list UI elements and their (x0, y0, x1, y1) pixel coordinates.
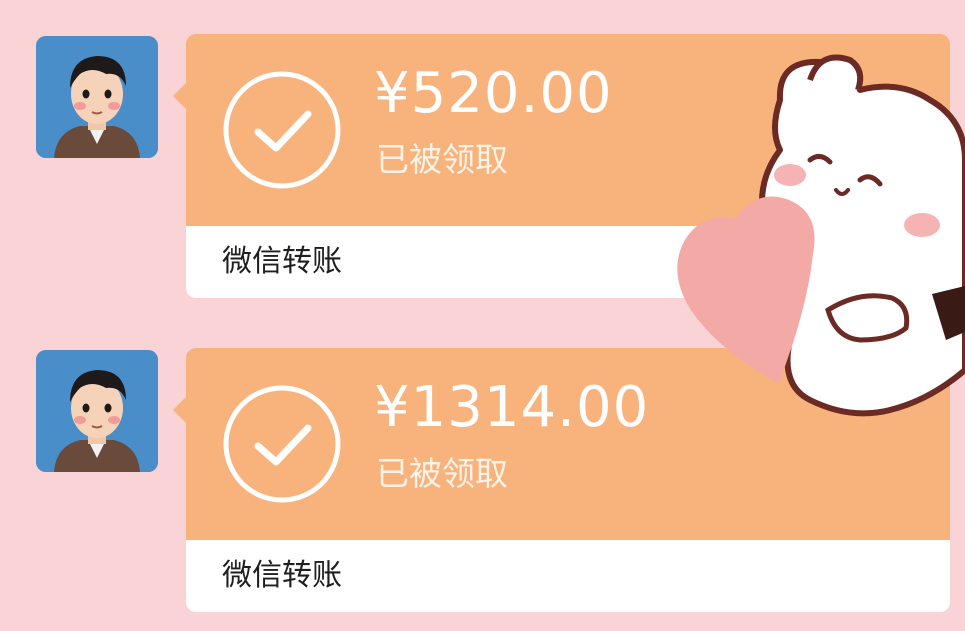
check-circle-icon (223, 385, 341, 503)
transfer-card-footer: 微信转账 (186, 540, 950, 612)
transfer-type-label: 微信转账 (222, 244, 342, 279)
check-circle-icon (223, 71, 341, 189)
transfer-message: ¥520.00 已被领取 微信转账 (0, 34, 965, 302)
sender-avatar[interactable] (36, 350, 158, 472)
transfer-card-footer: 微信转账 (186, 226, 950, 298)
transfer-card-header: ¥520.00 已被领取 (186, 34, 950, 226)
sender-avatar[interactable] (36, 36, 158, 158)
bubble-tail (173, 82, 187, 110)
transfer-amount: ¥520.00 (374, 61, 613, 126)
transfer-card[interactable]: ¥520.00 已被领取 微信转账 (186, 34, 950, 298)
transfer-card[interactable]: ¥1314.00 已被领取 微信转账 (186, 348, 950, 612)
transfer-amount: ¥1314.00 (374, 375, 650, 440)
transfer-status: 已被领取 (376, 140, 508, 179)
transfer-message: ¥1314.00 已被领取 微信转账 (0, 348, 965, 616)
transfer-type-label: 微信转账 (222, 558, 342, 593)
avatar-icon (36, 36, 158, 158)
avatar-icon (36, 350, 158, 472)
transfer-status: 已被领取 (376, 454, 508, 493)
transfer-card-header: ¥1314.00 已被领取 (186, 348, 950, 540)
bubble-tail (173, 396, 187, 424)
